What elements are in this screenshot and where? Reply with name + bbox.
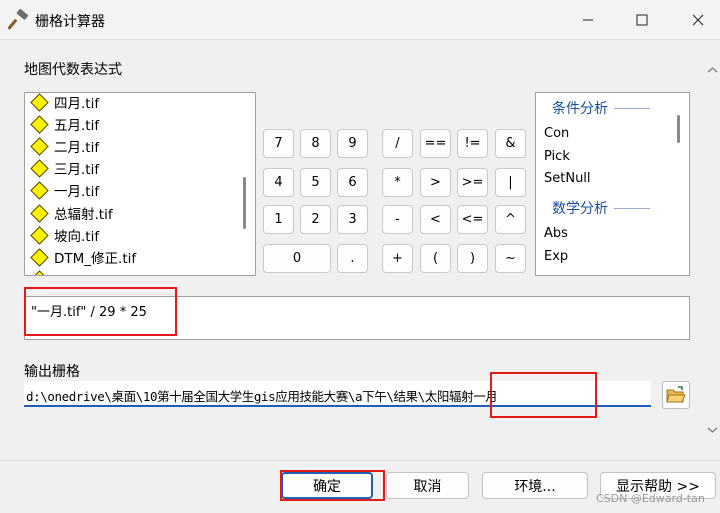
key-and[interactable]: & [495,129,526,158]
window-scrollbar[interactable] [705,40,720,460]
minimize-icon [583,19,593,21]
key-plus[interactable]: + [382,244,413,273]
cancel-button[interactable]: 取消 [386,472,469,499]
key-not-equal[interactable]: != [457,129,488,158]
hammer-icon [8,9,29,30]
key-3[interactable]: 3 [337,205,368,234]
key-xor[interactable]: ^ [495,205,526,234]
layer-name: 坡向.tif [54,229,100,245]
key-decimal[interactable]: . [337,244,368,273]
key-0[interactable]: 0 [263,244,331,273]
expression-input[interactable]: "一月.tif" / 29 * 25 [24,296,690,340]
expression-label: 地图代数表达式 [24,62,122,78]
browse-button[interactable] [662,381,690,409]
layer-item[interactable]: 四月.tif [29,93,100,113]
function-item-pick[interactable]: Pick [544,149,570,164]
raster-layer-icon [30,136,49,156]
layer-item[interactable]: 二月.tif [29,135,99,157]
raster-layer-icon [30,93,49,112]
layer-name: 四月.tif [54,96,100,112]
key-open-paren[interactable]: ( [420,244,451,273]
key-greater[interactable]: > [420,168,451,197]
minimize-button[interactable] [566,6,610,34]
layer-item[interactable]: 一月.tif [29,179,99,201]
layer-list-scrollbar[interactable] [243,177,246,229]
key-or[interactable]: | [495,168,526,197]
key-minus[interactable]: - [382,205,413,234]
scroll-down-icon[interactable] [705,424,720,436]
output-raster-label: 输出栅格 [24,364,80,380]
function-item-abs[interactable]: Abs [544,226,568,241]
window-title: 栅格计算器 [35,14,105,30]
key-8[interactable]: 8 [300,129,331,158]
key-close-paren[interactable]: ) [457,244,488,273]
function-list-scrollbar[interactable] [677,115,680,143]
raster-layer-icon [30,158,49,178]
layer-name: 一月.tif [54,184,100,200]
key-7[interactable]: 7 [263,129,294,158]
key-greater-equal[interactable]: >= [457,168,488,197]
layer-item[interactable]: DTM_修正.tif [29,246,136,268]
layer-name: 三月.tif [54,162,100,178]
title-bar: 栅格计算器 [0,0,720,40]
function-item-exp[interactable]: Exp [544,249,568,264]
scroll-up-icon[interactable] [705,64,720,76]
raster-layer-icon [30,225,49,245]
maximize-button[interactable] [620,6,664,34]
key-6[interactable]: 6 [337,168,368,197]
key-less-equal[interactable]: <= [457,205,488,234]
key-9[interactable]: 9 [337,129,368,158]
layer-item[interactable]: 三月.tif [29,157,99,179]
output-raster-input[interactable]: d:\onedrive\桌面\10第十届全国大学生gis应用技能大赛\a下午\结… [24,381,651,407]
key-equal[interactable]: == [420,129,451,158]
key-1[interactable]: 1 [263,205,294,234]
function-list[interactable]: 条件分析 Con Pick SetNull 数学分析 Abs Exp [535,92,690,276]
function-item-setnull[interactable]: SetNull [544,171,591,186]
close-button[interactable] [676,6,720,34]
watermark: CSDN @Edward-tan [596,492,705,505]
ok-button[interactable]: 确定 [281,472,373,499]
open-folder-icon [666,386,686,403]
key-2[interactable]: 2 [300,205,331,234]
function-group-header: 条件分析 [552,98,650,118]
raster-layer-icon [30,180,49,200]
layer-item[interactable]: 五月.tif [29,113,99,135]
layer-name: 二月.tif [54,140,100,156]
function-group-header: 数学分析 [552,198,650,218]
raster-layer-icon [30,269,49,275]
layer-name: 总辐射.tif [54,207,113,223]
layer-name: 五月.tif [54,118,100,134]
close-icon [692,14,704,26]
layer-item[interactable]: 坡向.tif [29,224,99,246]
key-multiply[interactable]: * [382,168,413,197]
layer-item[interactable]: 总辐射.tif [29,202,113,224]
key-4[interactable]: 4 [263,168,294,197]
raster-layer-icon [30,203,49,223]
raster-layer-icon [30,114,49,134]
layer-list[interactable]: 四月.tif 五月.tif 二月.tif 三月.tif 一月.tif 总辐射.t… [24,92,256,276]
key-not[interactable]: ~ [495,244,526,273]
raster-layer-icon [30,247,49,267]
expression-text: "一月.tif" / 29 * 25 [31,305,147,320]
function-item-con[interactable]: Con [544,126,569,141]
layer-item [29,268,54,275]
layer-name: DTM_修正.tif [54,251,137,267]
key-divide[interactable]: / [382,129,413,158]
key-5[interactable]: 5 [300,168,331,197]
environments-button[interactable]: 环境... [482,472,588,499]
output-path-text: d:\onedrive\桌面\10第十届全国大学生gis应用技能大赛\a下午\结… [26,389,498,404]
key-less[interactable]: < [420,205,451,234]
maximize-icon [636,14,648,26]
